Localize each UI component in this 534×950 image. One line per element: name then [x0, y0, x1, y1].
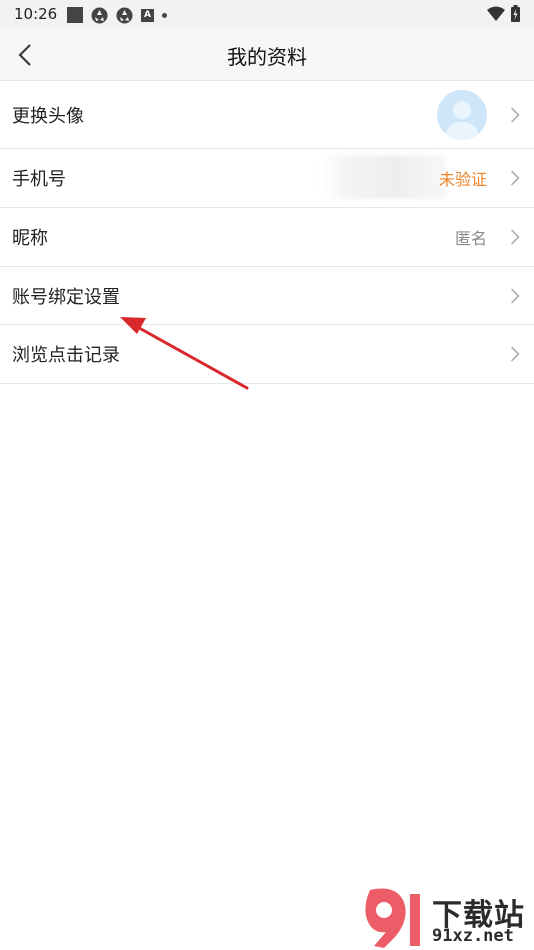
more-notifications-dot-icon — [162, 12, 167, 18]
profile-list: 更换头像 手机号 未验证 昵称 匿名 账号绑定设置 浏览点击记录 — [0, 81, 534, 384]
square-notification-icon — [67, 7, 83, 23]
change-avatar-row[interactable]: 更换头像 — [0, 81, 534, 149]
chevron-right-icon — [510, 106, 520, 123]
default-avatar-icon — [445, 100, 479, 140]
row-label: 手机号 — [12, 169, 66, 190]
nickname-row[interactable]: 昵称 匿名 — [0, 208, 534, 267]
watermark: 下载站 91xz.net — [360, 888, 534, 950]
aperture-icon — [91, 7, 108, 24]
chevron-right-icon — [510, 346, 520, 362]
watermark-logo-icon — [365, 888, 420, 948]
avatar — [437, 89, 487, 140]
chevron-right-icon — [510, 229, 520, 245]
phone-number-masked — [321, 155, 446, 199]
aperture-icon-2 — [116, 7, 133, 24]
phone-status-value: 未验证 — [438, 170, 487, 189]
system-icons — [487, 5, 520, 22]
wifi-icon — [487, 6, 505, 22]
chevron-right-icon — [510, 170, 520, 186]
notification-icons: A — [67, 6, 175, 24]
watermark-domain: 91xz.net — [432, 926, 514, 946]
status-bar: 10:26 A — [0, 0, 534, 30]
status-time: 10:26 — [14, 5, 58, 23]
battery-charging-icon — [511, 5, 520, 22]
chevron-right-icon — [510, 287, 520, 304]
row-label: 账号绑定设置 — [12, 286, 120, 308]
a-app-icon: A — [141, 8, 154, 22]
title-bar: 我的资料 — [0, 30, 534, 81]
row-label: 更换头像 — [12, 105, 84, 127]
row-label: 昵称 — [12, 228, 48, 249]
nickname-value: 匿名 — [454, 229, 487, 248]
phone-row[interactable]: 手机号 未验证 — [0, 149, 534, 208]
account-binding-row[interactable]: 账号绑定设置 — [0, 267, 534, 325]
browse-history-row[interactable]: 浏览点击记录 — [0, 325, 534, 384]
page-title: 我的资料 — [227, 45, 307, 69]
row-label: 浏览点击记录 — [12, 345, 120, 366]
